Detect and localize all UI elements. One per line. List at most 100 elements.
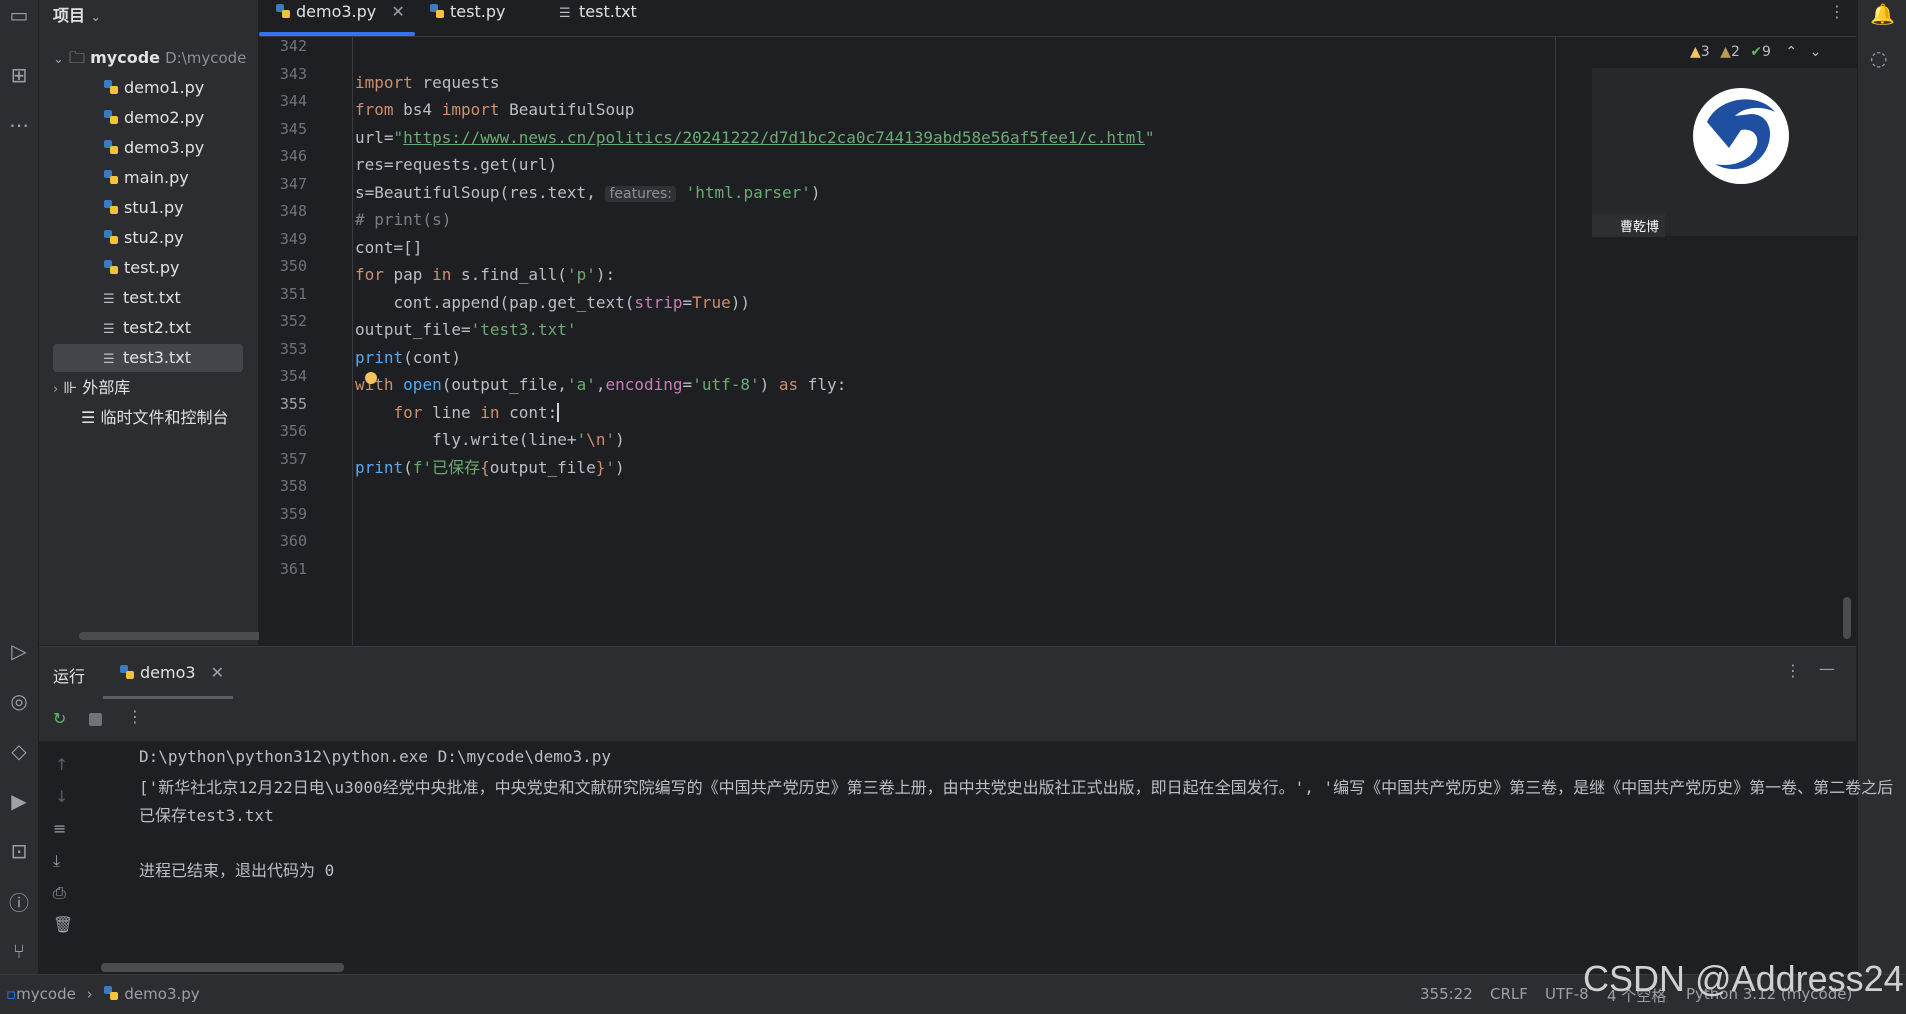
line-separator[interactable]: CRLF — [1490, 985, 1528, 1003]
tab-demo3[interactable]: demo3.py ✕ — [275, 0, 405, 36]
close-icon[interactable]: ✕ — [391, 2, 404, 21]
tab-test-txt[interactable]: ☰ test.txt — [559, 0, 637, 36]
project-hscroll[interactable] — [79, 632, 285, 640]
cursor-position[interactable]: 355:22 — [1420, 985, 1473, 1003]
arrow-up-icon[interactable]: ↑ — [55, 755, 68, 774]
console-line: D:\python\python312\python.exe D:\mycode… — [139, 747, 612, 766]
run-tool-icon[interactable]: ▷ — [4, 636, 34, 666]
trash-icon[interactable]: 🗑 — [53, 915, 73, 934]
line-number: 346 — [279, 147, 307, 165]
tree-file-item[interactable]: test.py — [103, 254, 179, 282]
soft-wrap-icon[interactable]: ≡ — [53, 819, 66, 838]
typo-count: 9 — [1762, 44, 1771, 60]
run-options-icon[interactable]: ⋮ — [1785, 661, 1801, 680]
arrow-down-icon[interactable]: ↓ — [55, 787, 68, 806]
tree-file-label: demo1.py — [124, 78, 205, 97]
structure-icon[interactable]: ⊞ — [4, 60, 34, 90]
breadcrumb-root[interactable]: mycode — [16, 985, 76, 1003]
console-hscroll[interactable] — [101, 963, 344, 972]
inspection-widget[interactable]: ▲3 ▲2 ✔9 ⌃ ⌄ — [1690, 44, 1821, 60]
tab-test-py[interactable]: test.py — [429, 0, 505, 36]
problems-icon[interactable]: ⓘ — [4, 886, 34, 916]
code-line: fly.write(line+'\n') — [355, 430, 625, 449]
code-line: for pap in s.find_all('p'): — [355, 265, 616, 284]
python-file-icon — [104, 80, 118, 94]
tree-scratches[interactable]: ☰ 临时文件和控制台 — [81, 404, 228, 432]
active-tab-indicator — [259, 32, 415, 36]
param-hint: features: — [605, 186, 677, 202]
chevron-down-icon: ⌄ — [53, 52, 64, 67]
url-link[interactable]: https://www.news.cn/politics/20241222/d7… — [403, 128, 1145, 147]
chevron-down-icon[interactable]: ⌄ — [1810, 44, 1822, 60]
python-file-icon — [276, 4, 290, 18]
chevron-right-icon: › — [86, 985, 93, 1003]
tree-external-libs[interactable]: › ⊪ 外部库 — [53, 374, 130, 402]
line-number: 342 — [279, 37, 307, 55]
run-tab-demo3[interactable]: demo3 ✕ — [119, 663, 224, 682]
tab-options-icon[interactable]: ⋮ — [1829, 0, 1845, 36]
text-file-icon: ☰ — [559, 6, 571, 21]
run-side-toolbar: ↑ ↓ ≡ ⤓ ⎙ 🗑 — [39, 741, 85, 974]
python-file-icon — [104, 260, 118, 274]
watermark: CSDN @Address24 — [1583, 958, 1904, 999]
more-tools-icon[interactable]: ⋯ — [4, 110, 34, 140]
print-icon[interactable]: ⎙ — [53, 883, 66, 903]
lightbulb-icon[interactable] — [365, 372, 377, 384]
right-tool-strip: 🔔 ◌ — [1857, 0, 1906, 974]
tree-file-label: demo2.py — [124, 108, 205, 127]
code-line: url="https://www.news.cn/politics/202412… — [355, 128, 1155, 147]
typo-icon: ✔ — [1750, 44, 1763, 60]
git-icon[interactable]: ⑂ — [4, 936, 34, 966]
python-file-icon — [104, 200, 118, 214]
tree-file-item[interactable]: ☰ test.txt — [103, 284, 181, 312]
run-tab-label: demo3 — [140, 663, 196, 682]
code-line: with open(output_file,'a',encoding='utf-… — [355, 375, 847, 394]
library-icon: ⊪ — [63, 378, 78, 397]
line-number: 361 — [279, 559, 307, 578]
line-number: 354 — [279, 367, 307, 385]
editor-vscroll[interactable] — [1843, 597, 1851, 639]
tree-root-mycode[interactable]: ⌄ 🗀 mycode D:\mycode — [53, 44, 246, 72]
project-folder-icon[interactable]: ▭ — [4, 0, 34, 30]
run-console-output[interactable]: D:\python\python312\python.exe D:\mycode… — [39, 741, 1893, 974]
external-libs-label: 外部库 — [82, 378, 131, 397]
tree-file-item[interactable]: stu1.py — [103, 194, 184, 222]
tree-file-item[interactable]: main.py — [103, 164, 189, 192]
close-icon[interactable]: ✕ — [211, 663, 224, 682]
python-file-icon — [104, 986, 119, 1000]
tree-file-label: demo3.py — [124, 138, 205, 157]
tree-file-item[interactable]: ☰ test2.txt — [103, 314, 191, 342]
console-line: 进程已结束，退出代码为 0 — [139, 861, 335, 880]
minimize-icon[interactable]: — — [1819, 659, 1835, 678]
tree-file-item[interactable]: stu2.py — [103, 224, 184, 252]
run-toolbar: ↻ ⋮ — [39, 699, 1856, 741]
terminal-icon[interactable]: ⊡ — [4, 836, 34, 866]
stop-icon[interactable] — [89, 713, 102, 726]
notifications-icon[interactable]: 🔔 — [1870, 2, 1895, 26]
scroll-to-end-icon[interactable]: ⤓ — [53, 851, 60, 871]
tree-file-item[interactable]: demo2.py — [103, 104, 204, 132]
python-console-icon[interactable]: ◎ — [4, 686, 34, 716]
code-line: s=BeautifulSoup(res.text, features: 'htm… — [355, 183, 821, 202]
project-panel-title[interactable]: 项目 ⌄ — [53, 2, 101, 26]
services-icon[interactable]: ▶ — [4, 786, 34, 816]
breadcrumb-file[interactable]: demo3.py — [124, 985, 199, 1003]
chevron-right-icon: › — [53, 382, 59, 397]
ai-assistant-icon[interactable]: ◌ — [1870, 46, 1887, 70]
run-panel-header: 运行 demo3 ✕ ⋮ — — [39, 646, 1856, 699]
root-folder-path: D:\mycode — [165, 49, 247, 67]
line-number: 358 — [279, 477, 307, 495]
tree-file-item[interactable]: demo3.py — [103, 134, 204, 162]
breadcrumb[interactable]: ▫mycode › demo3.py — [6, 985, 200, 1003]
python-packages-icon[interactable]: ◇ — [4, 736, 34, 766]
line-number: 352 — [279, 312, 307, 330]
module-icon: ▫ — [6, 985, 17, 1003]
rerun-icon[interactable]: ↻ — [53, 709, 66, 728]
python-file-icon — [430, 4, 444, 18]
chevron-up-icon[interactable]: ⌃ — [1785, 44, 1797, 60]
left-tool-strip: ▭ ⊞ ⋯ ▷ ◎ ◇ ▶ ⊡ ⓘ ⑂ — [0, 0, 39, 974]
tree-file-item[interactable]: ☰ test3.txt — [53, 344, 243, 372]
tree-file-item[interactable]: demo1.py — [103, 74, 204, 102]
run-more-icon[interactable]: ⋮ — [127, 707, 143, 726]
scratches-icon: ☰ — [81, 408, 96, 427]
